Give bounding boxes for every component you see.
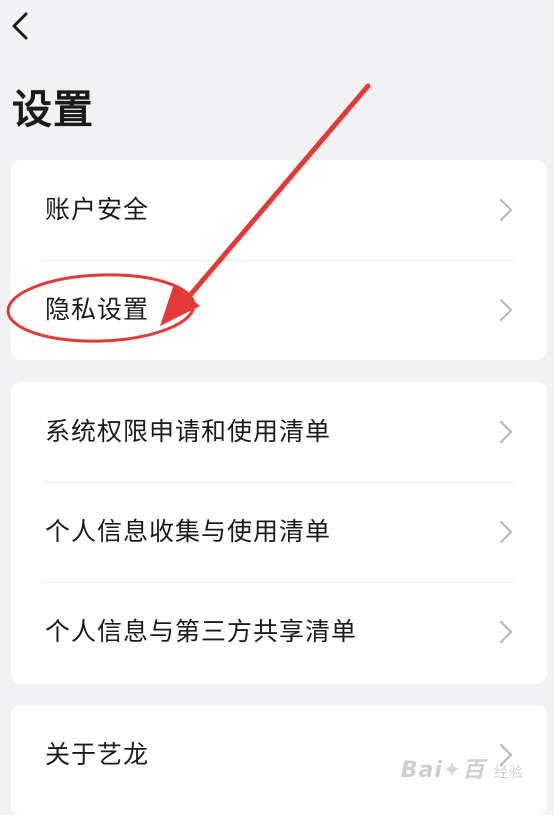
paw-icon: ✦ [442,758,463,783]
baidu-watermark: Bai✦百 经验 [401,752,524,784]
row-label: 个人信息收集与使用清单 [45,517,332,546]
chevron-right-icon [500,521,512,543]
row-label: 账户安全 [45,195,150,224]
system-permissions-row[interactable]: 系统权限申请和使用清单 [11,382,547,482]
chevron-right-icon [500,421,512,443]
account-security-row[interactable]: 账户安全 [11,160,547,260]
watermark-brand-left: Bai [400,758,443,783]
chevron-right-icon [500,299,512,321]
chevron-right-icon [500,621,512,643]
chevron-left-icon [12,12,28,40]
settings-group-permissions: 系统权限申请和使用清单 个人信息收集与使用清单 个人信息与第三方共享清单 [11,382,547,684]
personal-info-collection-row[interactable]: 个人信息收集与使用清单 [11,482,547,582]
settings-group-account: 账户安全 隐私设置 [11,160,547,360]
row-label: 系统权限申请和使用清单 [45,417,332,446]
chevron-right-icon [500,199,512,221]
row-label: 隐私设置 [45,295,150,324]
privacy-settings-row[interactable]: 隐私设置 [11,260,547,360]
row-label: 关于艺龙 [45,740,150,769]
watermark-sub: 经验 [494,765,524,781]
back-button[interactable] [4,4,44,48]
page-title: 设置 [12,87,94,133]
row-label: 个人信息与第三方共享清单 [45,617,358,646]
third-party-sharing-row[interactable]: 个人信息与第三方共享清单 [11,582,547,682]
watermark-brand-right: 百 [462,758,486,783]
